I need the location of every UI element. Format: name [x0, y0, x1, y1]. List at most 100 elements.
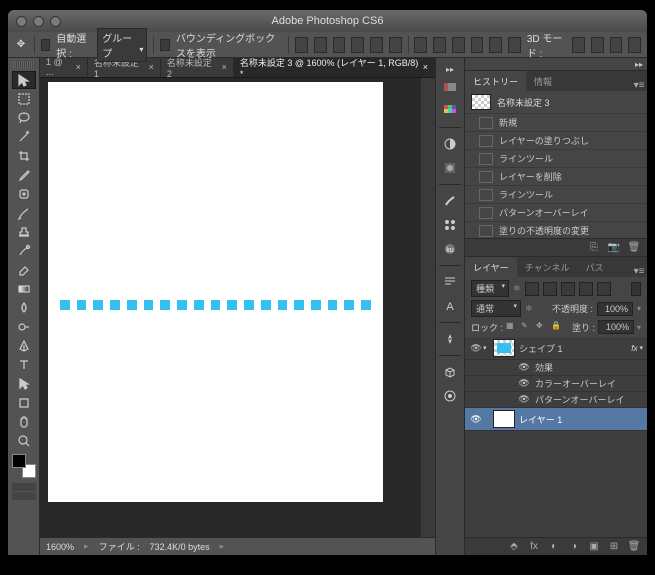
filter-smart-icon[interactable]: [597, 282, 611, 296]
layers-tab[interactable]: レイヤー: [465, 257, 517, 277]
visibility-icon[interactable]: 👁: [469, 343, 483, 354]
history-item[interactable]: ラインツール: [465, 149, 647, 167]
adjustment-layer-icon[interactable]: ◑: [567, 541, 581, 553]
fg-color-swatch[interactable]: [12, 454, 26, 468]
filter-toggle[interactable]: [631, 282, 641, 296]
swatches-panel-icon[interactable]: [439, 100, 461, 122]
move-tool[interactable]: [12, 71, 36, 89]
layer-group-icon[interactable]: ▣: [587, 541, 601, 553]
adjustments-panel-icon[interactable]: [439, 133, 461, 155]
kuler-panel-icon[interactable]: ku: [439, 238, 461, 260]
fx-badge[interactable]: fx: [631, 344, 637, 353]
align-icon[interactable]: [333, 37, 346, 53]
3d-icon[interactable]: [572, 37, 585, 53]
history-item[interactable]: 塗りの不透明度の変更: [465, 221, 647, 238]
panel-menu-icon[interactable]: ▾≡: [631, 266, 647, 277]
quickmask-button[interactable]: [12, 483, 36, 491]
screenmode-button[interactable]: [12, 492, 36, 500]
crop-tool[interactable]: [12, 147, 36, 165]
history-item[interactable]: レイヤーの塗りつぶし: [465, 131, 647, 149]
heal-tool[interactable]: [12, 185, 36, 203]
doc-tab[interactable]: 名称未設定 2×: [161, 58, 234, 77]
filter-shape-icon[interactable]: [579, 282, 593, 296]
layer-fx-color-row[interactable]: 👁 カラーオーバーレイ: [465, 376, 647, 392]
history-snapshot[interactable]: 名称未設定 3: [465, 91, 647, 113]
align-icon[interactable]: [370, 37, 383, 53]
fill-input[interactable]: 100%: [598, 320, 634, 334]
bounding-box-checkbox[interactable]: [160, 39, 170, 51]
filter-adjust-icon[interactable]: [543, 282, 557, 296]
panel-menu-icon[interactable]: ▾≡: [631, 80, 647, 91]
dodge-tool[interactable]: [12, 318, 36, 336]
3d-icon[interactable]: [628, 37, 641, 53]
info-tab[interactable]: 情報: [526, 71, 560, 91]
visibility-icon[interactable]: 👁: [469, 414, 483, 425]
delete-state-icon[interactable]: 🗑: [627, 242, 641, 254]
zoom-level[interactable]: 1600%: [46, 542, 74, 552]
paragraph-panel-icon[interactable]: [439, 271, 461, 293]
blur-tool[interactable]: [12, 299, 36, 317]
lock-paint-icon[interactable]: ✎: [521, 321, 533, 333]
expand-dock-button[interactable]: ▸▸: [441, 64, 459, 74]
distribute-icon[interactable]: [489, 37, 502, 53]
history-item[interactable]: パターンオーバーレイ: [465, 203, 647, 221]
zoom-window-button[interactable]: [50, 16, 61, 27]
paths-tab[interactable]: パス: [577, 257, 611, 277]
filter-pixel-icon[interactable]: [525, 282, 539, 296]
path-select-tool[interactable]: [12, 375, 36, 393]
blend-mode-dropdown[interactable]: 通常: [471, 300, 521, 317]
color-panel-icon[interactable]: [439, 76, 461, 98]
close-icon[interactable]: ×: [423, 62, 428, 72]
visibility-icon[interactable]: 👁: [517, 378, 531, 389]
distribute-icon[interactable]: [414, 37, 427, 53]
minimize-window-button[interactable]: [33, 16, 44, 27]
eyedropper-tool[interactable]: [12, 166, 36, 184]
properties-panel-icon[interactable]: [439, 385, 461, 407]
history-brush-tool[interactable]: [12, 242, 36, 260]
3d-panel-icon[interactable]: [439, 361, 461, 383]
collapse-panels-button[interactable]: ▸▸: [465, 58, 647, 70]
distribute-icon[interactable]: [471, 37, 484, 53]
lock-all-icon[interactable]: 🔒: [551, 321, 563, 333]
gradient-tool[interactable]: [12, 280, 36, 298]
3d-icon[interactable]: [591, 37, 604, 53]
canvas-viewport[interactable]: [40, 78, 435, 537]
history-tab[interactable]: ヒストリー: [465, 71, 526, 91]
marquee-tool[interactable]: [12, 90, 36, 108]
shape-tool[interactable]: [12, 394, 36, 412]
lock-pos-icon[interactable]: ✥: [536, 321, 548, 333]
expand-arrow-icon[interactable]: ▾: [483, 344, 493, 352]
align-icon[interactable]: [389, 37, 402, 53]
3d-icon[interactable]: [610, 37, 623, 53]
align-icon[interactable]: [351, 37, 364, 53]
brush-panel-icon[interactable]: [439, 190, 461, 212]
layer-row-layer1[interactable]: 👁 レイヤー 1: [465, 408, 647, 431]
close-icon[interactable]: ×: [149, 62, 154, 72]
stamp-tool[interactable]: [12, 223, 36, 241]
vertical-scrollbar[interactable]: [421, 78, 435, 537]
new-layer-icon[interactable]: ⊞: [607, 541, 621, 553]
eraser-tool[interactable]: [12, 261, 36, 279]
align-icon[interactable]: [314, 37, 327, 53]
channels-tab[interactable]: チャンネル: [517, 257, 578, 277]
create-doc-from-state-icon[interactable]: ⎘: [587, 242, 601, 254]
distribute-icon[interactable]: [433, 37, 446, 53]
history-item[interactable]: 新規: [465, 113, 647, 131]
link-layers-icon[interactable]: ⬘: [507, 541, 521, 553]
brush-presets-panel-icon[interactable]: [439, 214, 461, 236]
canvas[interactable]: [48, 82, 383, 502]
doc-tab-active[interactable]: 名称未設定 3 @ 1600% (レイヤー 1, RGB/8) *×: [234, 58, 435, 77]
distribute-icon[interactable]: [508, 37, 521, 53]
color-swatches[interactable]: [12, 454, 36, 478]
lock-trans-icon[interactable]: ▦: [506, 321, 518, 333]
doc-tab[interactable]: 1 @ ...×: [40, 58, 88, 77]
auto-select-checkbox[interactable]: [41, 39, 51, 51]
close-window-button[interactable]: [16, 16, 27, 27]
history-item[interactable]: レイヤーを削除: [465, 167, 647, 185]
navigator-panel-icon[interactable]: [439, 328, 461, 350]
new-snapshot-icon[interactable]: 📷: [607, 242, 621, 254]
layer-filter-kind[interactable]: 種類: [471, 280, 509, 297]
wand-tool[interactable]: [12, 128, 36, 146]
hand-tool[interactable]: [12, 413, 36, 431]
visibility-icon[interactable]: 👁: [517, 394, 531, 405]
